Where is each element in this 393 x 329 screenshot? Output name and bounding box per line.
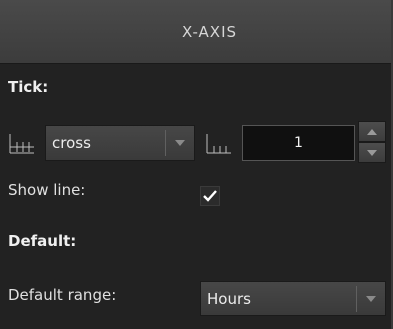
tick-cross-icon (9, 133, 35, 155)
tick-type-value: cross (52, 134, 91, 152)
tick-type-select[interactable]: cross (45, 125, 195, 161)
default-range-select[interactable]: Hours (200, 281, 386, 316)
default-range-label: Default range: (8, 286, 117, 304)
panel-header: X-AXIS (0, 0, 391, 64)
x-axis-panel: X-AXIS Tick: cross 1 Show line: Default:… (0, 0, 393, 329)
chevron-down-icon[interactable] (357, 295, 385, 303)
chevron-down-icon (367, 149, 377, 156)
increment-button[interactable] (358, 121, 386, 142)
default-section-title: Default: (8, 232, 77, 250)
checkmark-icon (203, 190, 217, 202)
show-line-checkbox[interactable] (200, 186, 220, 206)
panel-title: X-AXIS (181, 22, 238, 41)
tick-inside-icon (206, 133, 232, 155)
chevron-up-icon (367, 128, 377, 135)
tick-section-title: Tick: (8, 78, 49, 96)
decrement-button[interactable] (358, 142, 386, 163)
chevron-down-icon[interactable] (166, 139, 194, 147)
default-range-value: Hours (207, 289, 251, 308)
tick-count-input[interactable]: 1 (242, 125, 355, 161)
tick-count-stepper (358, 121, 386, 163)
show-line-label: Show line: (8, 181, 86, 199)
